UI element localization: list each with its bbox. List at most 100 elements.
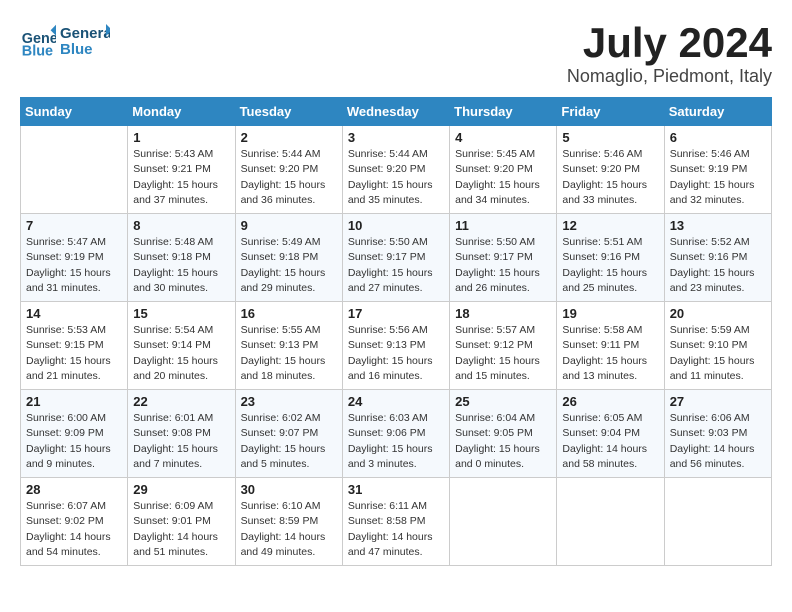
day-number: 28 [26,482,122,497]
calendar-cell [664,478,771,566]
calendar-cell [450,478,557,566]
calendar-cell: 26 Sunrise: 6:05 AM Sunset: 9:04 PM Dayli… [557,390,664,478]
calendar-cell: 1 Sunrise: 5:43 AM Sunset: 9:21 PM Daylig… [128,126,235,214]
calendar-cell: 20Sunrise: 5:59 AM Sunset: 9:10 PM Dayli… [664,302,771,390]
calendar-week-3: 21 Sunrise: 6:00 AM Sunset: 9:09 PM Dayli… [21,390,772,478]
calendar-cell: 16 Sunrise: 5:55 AM Sunset: 9:13 PM Dayli… [235,302,342,390]
day-info: Sunrise: 5:56 AM Sunset: 9:13 PM Dayligh… [348,323,444,384]
calendar-week-0: 1 Sunrise: 5:43 AM Sunset: 9:21 PM Daylig… [21,126,772,214]
day-info: Sunrise: 5:49 AM Sunset: 9:18 PM Dayligh… [241,235,337,296]
calendar-week-1: 7 Sunrise: 5:47 AM Sunset: 9:19 PM Daylig… [21,214,772,302]
calendar-table: SundayMondayTuesdayWednesdayThursdayFrid… [20,97,772,566]
calendar-cell: 19 Sunrise: 5:58 AM Sunset: 9:11 PM Dayli… [557,302,664,390]
svg-text:Blue: Blue [60,41,93,58]
calendar-cell: 11 Sunrise: 5:50 AM Sunset: 9:17 PM Dayli… [450,214,557,302]
day-number: 1 [133,130,229,145]
calendar-cell: 31 Sunrise: 6:11 AM Sunset: 8:58 PM Dayli… [342,478,449,566]
day-number: 9 [241,218,337,233]
day-info: Sunrise: 5:59 AM Sunset: 9:10 PM Dayligh… [670,323,766,384]
day-info: Sunrise: 5:53 AM Sunset: 9:15 PM Dayligh… [26,323,122,384]
calendar-cell: 12 Sunrise: 5:51 AM Sunset: 9:16 PM Dayli… [557,214,664,302]
calendar-cell: 25Sunrise: 6:04 AM Sunset: 9:05 PM Dayli… [450,390,557,478]
calendar-week-4: 28 Sunrise: 6:07 AM Sunset: 9:02 PM Dayli… [21,478,772,566]
calendar-cell: 30Sunrise: 6:10 AM Sunset: 8:59 PM Dayli… [235,478,342,566]
weekday-header-row: SundayMondayTuesdayWednesdayThursdayFrid… [21,98,772,126]
title-area: July 2024 Nomaglio, Piedmont, Italy [567,20,772,87]
day-number: 31 [348,482,444,497]
day-number: 7 [26,218,122,233]
day-number: 15 [133,306,229,321]
day-info: Sunrise: 6:02 AM Sunset: 9:07 PM Dayligh… [241,411,337,472]
day-info: Sunrise: 5:54 AM Sunset: 9:14 PM Dayligh… [133,323,229,384]
day-info: Sunrise: 5:46 AM Sunset: 9:19 PM Dayligh… [670,147,766,208]
calendar-cell: 22Sunrise: 6:01 AM Sunset: 9:08 PM Dayli… [128,390,235,478]
day-number: 11 [455,218,551,233]
weekday-header-saturday: Saturday [664,98,771,126]
day-number: 8 [133,218,229,233]
calendar-cell: 27Sunrise: 6:06 AM Sunset: 9:03 PM Dayli… [664,390,771,478]
month-title: July 2024 [567,20,772,66]
day-number: 24 [348,394,444,409]
weekday-header-sunday: Sunday [21,98,128,126]
weekday-header-friday: Friday [557,98,664,126]
day-number: 17 [348,306,444,321]
calendar-cell: 10Sunrise: 5:50 AM Sunset: 9:17 PM Dayli… [342,214,449,302]
day-info: Sunrise: 6:09 AM Sunset: 9:01 PM Dayligh… [133,499,229,560]
svg-text:Blue: Blue [22,43,53,59]
day-info: Sunrise: 6:00 AM Sunset: 9:09 PM Dayligh… [26,411,122,472]
calendar-cell [21,126,128,214]
calendar-week-2: 14 Sunrise: 5:53 AM Sunset: 9:15 PM Dayli… [21,302,772,390]
day-number: 26 [562,394,658,409]
calendar-cell: 21 Sunrise: 6:00 AM Sunset: 9:09 PM Dayli… [21,390,128,478]
day-number: 5 [562,130,658,145]
day-info: Sunrise: 5:47 AM Sunset: 9:19 PM Dayligh… [26,235,122,296]
day-number: 30 [241,482,337,497]
calendar-cell: 4 Sunrise: 5:45 AM Sunset: 9:20 PM Daylig… [450,126,557,214]
day-number: 29 [133,482,229,497]
day-number: 13 [670,218,766,233]
calendar-cell: 28 Sunrise: 6:07 AM Sunset: 9:02 PM Dayli… [21,478,128,566]
day-info: Sunrise: 5:58 AM Sunset: 9:11 PM Dayligh… [562,323,658,384]
calendar-cell: 5 Sunrise: 5:46 AM Sunset: 9:20 PM Daylig… [557,126,664,214]
calendar-cell: 23 Sunrise: 6:02 AM Sunset: 9:07 PM Dayli… [235,390,342,478]
day-info: Sunrise: 5:57 AM Sunset: 9:12 PM Dayligh… [455,323,551,384]
logo-icon: General Blue [20,23,56,59]
day-info: Sunrise: 6:07 AM Sunset: 9:02 PM Dayligh… [26,499,122,560]
location-title: Nomaglio, Piedmont, Italy [567,66,772,87]
day-number: 19 [562,306,658,321]
day-number: 16 [241,306,337,321]
day-number: 18 [455,306,551,321]
calendar-cell: 9 Sunrise: 5:49 AM Sunset: 9:18 PM Daylig… [235,214,342,302]
weekday-header-thursday: Thursday [450,98,557,126]
day-info: Sunrise: 5:46 AM Sunset: 9:20 PM Dayligh… [562,147,658,208]
header: General Blue General Blue July 2024 Noma… [20,20,772,87]
day-info: Sunrise: 5:55 AM Sunset: 9:13 PM Dayligh… [241,323,337,384]
day-info: Sunrise: 6:01 AM Sunset: 9:08 PM Dayligh… [133,411,229,472]
calendar-body: 1 Sunrise: 5:43 AM Sunset: 9:21 PM Daylig… [21,126,772,566]
day-number: 4 [455,130,551,145]
day-number: 21 [26,394,122,409]
day-info: Sunrise: 5:51 AM Sunset: 9:16 PM Dayligh… [562,235,658,296]
day-info: Sunrise: 5:50 AM Sunset: 9:17 PM Dayligh… [348,235,444,296]
calendar-cell: 17 Sunrise: 5:56 AM Sunset: 9:13 PM Dayli… [342,302,449,390]
day-info: Sunrise: 6:05 AM Sunset: 9:04 PM Dayligh… [562,411,658,472]
calendar-cell: 24 Sunrise: 6:03 AM Sunset: 9:06 PM Dayli… [342,390,449,478]
weekday-header-monday: Monday [128,98,235,126]
day-info: Sunrise: 5:43 AM Sunset: 9:21 PM Dayligh… [133,147,229,208]
day-info: Sunrise: 5:45 AM Sunset: 9:20 PM Dayligh… [455,147,551,208]
calendar-cell: 2Sunrise: 5:44 AM Sunset: 9:20 PM Daylig… [235,126,342,214]
day-info: Sunrise: 5:50 AM Sunset: 9:17 PM Dayligh… [455,235,551,296]
calendar-cell: 6 Sunrise: 5:46 AM Sunset: 9:19 PM Daylig… [664,126,771,214]
calendar-cell: 3Sunrise: 5:44 AM Sunset: 9:20 PM Daylig… [342,126,449,214]
calendar-cell: 8Sunrise: 5:48 AM Sunset: 9:18 PM Daylig… [128,214,235,302]
day-info: Sunrise: 6:11 AM Sunset: 8:58 PM Dayligh… [348,499,444,560]
day-info: Sunrise: 6:03 AM Sunset: 9:06 PM Dayligh… [348,411,444,472]
day-number: 3 [348,130,444,145]
day-number: 27 [670,394,766,409]
calendar-cell: 29 Sunrise: 6:09 AM Sunset: 9:01 PM Dayli… [128,478,235,566]
calendar-cell: 7 Sunrise: 5:47 AM Sunset: 9:19 PM Daylig… [21,214,128,302]
day-number: 14 [26,306,122,321]
day-number: 23 [241,394,337,409]
day-number: 6 [670,130,766,145]
day-number: 12 [562,218,658,233]
